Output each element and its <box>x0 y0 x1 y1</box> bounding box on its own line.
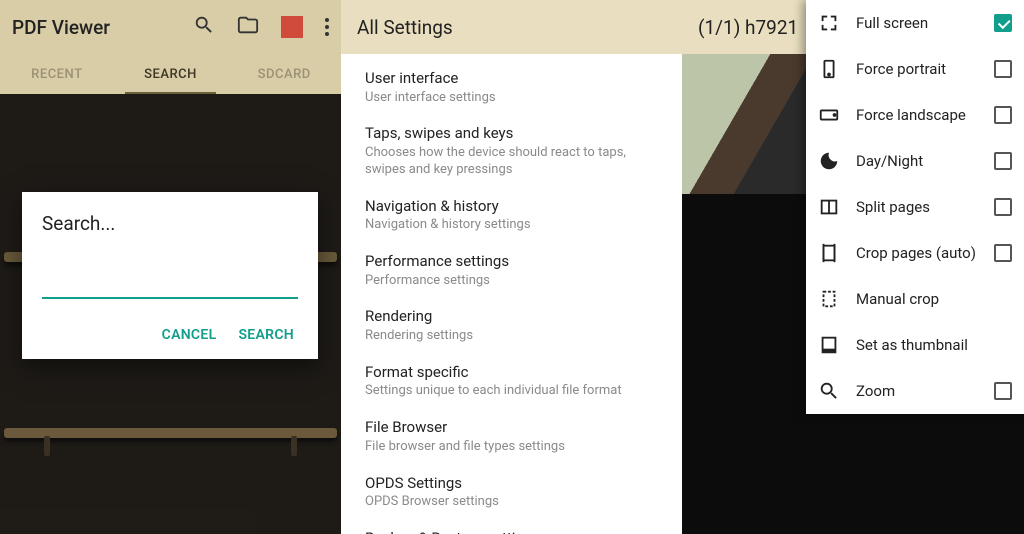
menu-item[interactable]: Manual crop <box>806 276 1024 322</box>
settings-item-title: Taps, swipes and keys <box>365 124 658 144</box>
settings-item[interactable]: RenderingRendering settings <box>341 298 682 353</box>
settings-item-desc: Rendering settings <box>365 328 658 345</box>
settings-item[interactable]: OPDS SettingsOPDS Browser settings <box>341 465 682 520</box>
checkbox[interactable] <box>994 382 1012 400</box>
fullscreen-icon <box>818 12 840 34</box>
settings-item-desc: Navigation & history settings <box>365 217 658 234</box>
folder-icon[interactable] <box>237 14 259 40</box>
menu-item-label: Force landscape <box>856 106 978 124</box>
zoom-icon <box>818 380 840 402</box>
settings-item-title: Navigation & history <box>365 197 658 217</box>
action-icons <box>193 14 329 40</box>
search-dialog: Search... CANCEL SEARCH <box>22 192 318 359</box>
search-button[interactable]: SEARCH <box>238 327 294 343</box>
menu-item[interactable]: Force landscape <box>806 92 1024 138</box>
panel-viewer-menu: (1/1) h7921 Full screenForce portraitFor… <box>682 0 1024 534</box>
menu-item[interactable]: Force portrait <box>806 46 1024 92</box>
menu-item[interactable]: Split pages <box>806 184 1024 230</box>
checkbox[interactable] <box>994 244 1012 262</box>
search-input[interactable] <box>42 275 298 299</box>
menu-item[interactable]: Set as thumbnail <box>806 322 1024 368</box>
menu-item-label: Split pages <box>856 198 978 216</box>
dialog-title: Search... <box>42 212 298 235</box>
settings-item-desc: OPDS Browser settings <box>365 494 658 511</box>
gift-icon[interactable] <box>281 16 303 38</box>
settings-item[interactable]: File BrowserFile browser and file types … <box>341 409 682 464</box>
menu-item[interactable]: Zoom <box>806 368 1024 414</box>
crop-icon <box>818 242 840 264</box>
menu-item[interactable]: Full screen <box>806 0 1024 46</box>
dialog-actions: CANCEL SEARCH <box>42 321 298 349</box>
app-title: PDF Viewer <box>12 16 193 39</box>
tab-bar: RECENT SEARCH SDCARD <box>0 54 341 94</box>
panel-pdf-viewer: PDF Viewer RECENT SEARCH SDCARD Search..… <box>0 0 341 534</box>
thumbnail-icon <box>818 334 840 356</box>
menu-item-label: Day/Night <box>856 152 978 170</box>
checkbox[interactable] <box>994 60 1012 78</box>
manualcrop-icon <box>818 288 840 310</box>
panel-all-settings: All Settings User interfaceUser interfac… <box>341 0 682 534</box>
search-icon[interactable] <box>193 14 215 40</box>
tab-recent[interactable]: RECENT <box>0 54 114 94</box>
appbar: PDF Viewer <box>0 0 341 54</box>
settings-item[interactable]: Navigation & historyNavigation & history… <box>341 188 682 243</box>
settings-item[interactable]: User interfaceUser interface settings <box>341 60 682 115</box>
settings-item-desc: Performance settings <box>365 273 658 290</box>
settings-item-desc: Settings unique to each individual file … <box>365 383 658 400</box>
options-menu: Full screen Force portrait Force landscape… <box>806 0 1024 414</box>
menu-item[interactable]: Crop pages (auto) <box>806 230 1024 276</box>
document-preview <box>682 54 822 194</box>
menu-item-label: Manual crop <box>856 290 1012 308</box>
settings-item-title: Backup & Restore settings <box>365 529 658 534</box>
settings-item[interactable]: Format specificSettings unique to each i… <box>341 354 682 409</box>
menu-item-label: Force portrait <box>856 60 978 78</box>
menu-item-label: Set as thumbnail <box>856 336 1012 354</box>
tab-search[interactable]: SEARCH <box>114 54 228 94</box>
menu-item-label: Crop pages (auto) <box>856 244 978 262</box>
overflow-menu-icon[interactable] <box>325 18 329 36</box>
settings-title: All Settings <box>341 0 682 54</box>
portrait-icon <box>818 58 840 80</box>
checkbox[interactable] <box>994 106 1012 124</box>
settings-item[interactable]: Backup & Restore settingsBackup and rest… <box>341 520 682 534</box>
tab-sdcard[interactable]: SDCARD <box>227 54 341 94</box>
checkbox[interactable] <box>994 152 1012 170</box>
checkbox[interactable] <box>994 198 1012 216</box>
settings-item-title: User interface <box>365 69 658 89</box>
settings-item-title: Format specific <box>365 363 658 383</box>
menu-item-label: Zoom <box>856 382 978 400</box>
cancel-button[interactable]: CANCEL <box>162 327 217 343</box>
checkbox[interactable] <box>994 14 1012 32</box>
settings-item-title: Rendering <box>365 307 658 327</box>
settings-item[interactable]: Taps, swipes and keysChooses how the dev… <box>341 115 682 187</box>
settings-item-title: Performance settings <box>365 252 658 272</box>
settings-item-desc: User interface settings <box>365 90 658 107</box>
split-icon <box>818 196 840 218</box>
settings-item-title: OPDS Settings <box>365 474 658 494</box>
menu-item-label: Full screen <box>856 14 978 32</box>
menu-item[interactable]: Day/Night <box>806 138 1024 184</box>
settings-item-title: File Browser <box>365 418 658 438</box>
settings-list: User interfaceUser interface settingsTap… <box>341 54 682 534</box>
daynight-icon <box>818 150 840 172</box>
settings-item[interactable]: Performance settingsPerformance settings <box>341 243 682 298</box>
settings-item-desc: File browser and file types settings <box>365 439 658 456</box>
settings-item-desc: Chooses how the device should react to t… <box>365 145 658 179</box>
shelf <box>4 428 337 438</box>
landscape-icon <box>818 104 840 126</box>
